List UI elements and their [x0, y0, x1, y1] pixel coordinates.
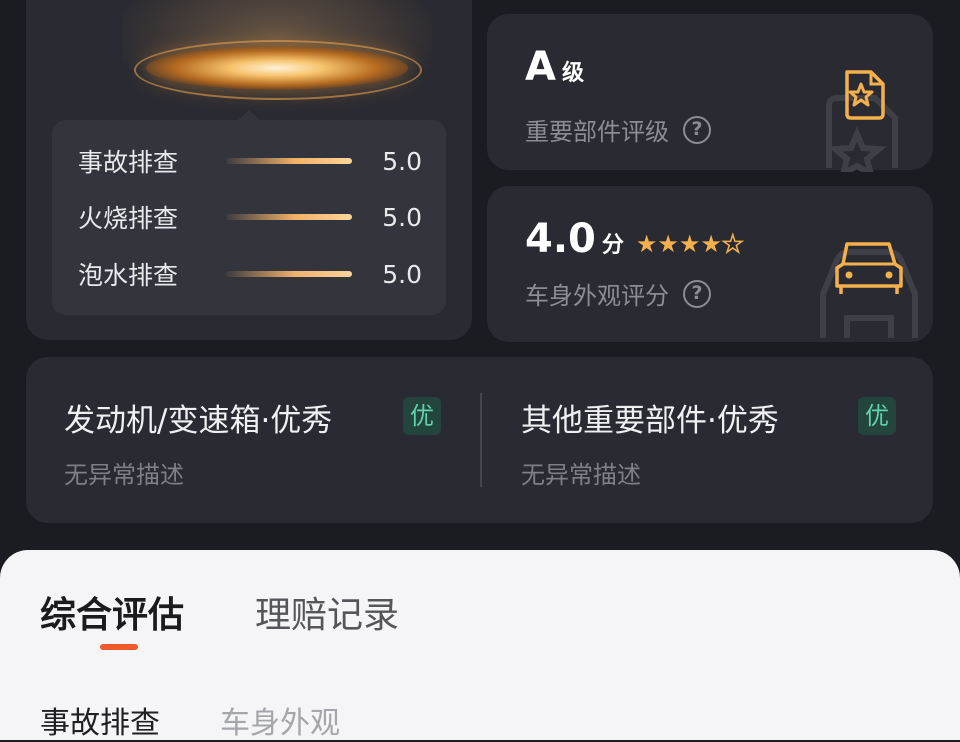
- star-filled-icon: ★: [678, 230, 701, 258]
- check-score: 5.0: [382, 146, 422, 176]
- star-filled-icon: ★: [635, 230, 658, 258]
- check-progress-bar: [226, 158, 352, 164]
- grade-label-row: 重要部件评级 ?: [525, 112, 711, 147]
- inspection-summary-card: 事故排查 5.0 火烧排查 5.0 泡水排查 5.0: [26, 0, 472, 340]
- active-tab-indicator: [100, 644, 138, 650]
- part-desc-other: 无异常描述: [521, 461, 641, 489]
- check-score: 5.0: [382, 259, 422, 289]
- part-title-engine: 发动机/变速箱·优秀: [64, 403, 333, 439]
- check-score: 5.0: [382, 202, 422, 232]
- subtab-exterior[interactable]: 车身外观: [220, 698, 340, 742]
- divider: [480, 393, 482, 487]
- help-circle-icon[interactable]: ?: [683, 115, 711, 144]
- grade-label: 重要部件评级: [525, 118, 669, 146]
- check-progress-bar: [226, 271, 352, 277]
- excellent-badge: 优: [858, 397, 896, 435]
- exterior-unit: 分: [601, 233, 624, 258]
- check-label: 火烧排查: [78, 204, 179, 233]
- exterior-value: 4.0 分 ★ ★ ★ ★ ★: [525, 216, 744, 262]
- report-bottom-sheet: 综合评估 理赔记录 事故排查 车身外观: [0, 550, 960, 742]
- glow-platform: [146, 46, 408, 90]
- check-progress-bar: [226, 214, 352, 220]
- important-parts-card: 发动机/变速箱·优秀 优 无异常描述 其他重要部件·优秀 优 无异常描述: [26, 357, 933, 523]
- grade-unit: 级: [561, 61, 584, 86]
- star-empty-icon: ★: [721, 230, 744, 258]
- excellent-badge: 优: [403, 397, 441, 435]
- star-filled-icon: ★: [657, 230, 679, 258]
- check-label: 事故排查: [78, 148, 179, 177]
- exterior-label-row: 车身外观评分 ?: [525, 276, 711, 311]
- exterior-score-card[interactable]: 4.0 分 ★ ★ ★ ★ ★ 车身外观评分 ?: [487, 186, 933, 342]
- star-filled-icon: ★: [700, 230, 722, 258]
- check-row-fire: 火烧排查 5.0: [78, 197, 422, 237]
- part-desc-engine: 无异常描述: [64, 461, 184, 489]
- check-row-flood: 泡水排查 5.0: [78, 254, 422, 294]
- part-title-other: 其他重要部件·优秀: [521, 403, 779, 439]
- check-row-accident: 事故排查 5.0: [78, 141, 422, 181]
- car-front-icon: [820, 242, 918, 338]
- grade-letter: A: [525, 44, 556, 90]
- document-star-icon: [826, 70, 898, 172]
- star-rating: ★ ★ ★ ★ ★: [635, 230, 744, 258]
- exterior-label: 车身外观评分: [525, 282, 669, 310]
- subtab-accident-check[interactable]: 事故排查: [40, 698, 160, 742]
- check-list: 事故排查 5.0 火烧排查 5.0 泡水排查 5.0: [52, 110, 446, 315]
- check-label: 泡水排查: [78, 261, 179, 290]
- parts-grade-card[interactable]: A级 重要部件评级 ?: [487, 14, 933, 172]
- help-circle-icon[interactable]: ?: [683, 279, 711, 308]
- tab-claim-records[interactable]: 理赔记录: [255, 586, 399, 638]
- exterior-score: 4.0: [525, 216, 596, 262]
- tab-overall-assessment[interactable]: 综合评估: [40, 586, 184, 638]
- grade-value: A级: [525, 44, 584, 90]
